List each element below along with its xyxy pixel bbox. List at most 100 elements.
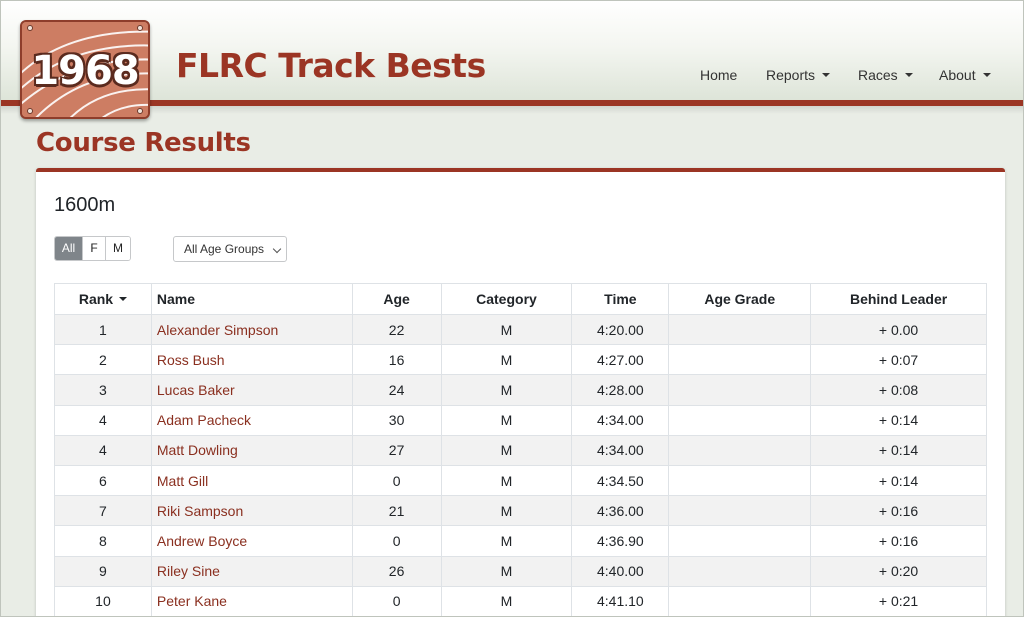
cell-age: 0 <box>351 585 442 616</box>
nav-about-dropdown[interactable]: About <box>939 67 991 83</box>
cell-category: M <box>440 434 573 466</box>
cell-time: 4:40.00 <box>571 555 670 587</box>
cell-age: 0 <box>351 525 442 557</box>
column-header-behind-leader[interactable]: Behind Leader <box>810 283 987 315</box>
cell-category: M <box>440 374 573 406</box>
cell-time: 4:36.90 <box>571 525 670 557</box>
cell-behind-leader: + 0:16 <box>810 525 987 557</box>
cell-name-link[interactable]: Peter Kane <box>150 585 353 616</box>
cell-time: 4:28.00 <box>571 374 670 406</box>
column-header-age-grade[interactable]: Age Grade <box>668 283 812 315</box>
cell-rank: 4 <box>54 404 152 436</box>
column-header-name[interactable]: Name <box>150 283 353 315</box>
cell-category: M <box>440 585 573 616</box>
cell-age: 26 <box>351 555 442 587</box>
cell-category: M <box>440 464 573 497</box>
cell-behind-leader: + 0:20 <box>810 555 987 587</box>
cell-age: 30 <box>351 404 442 436</box>
cell-category: M <box>440 404 573 436</box>
sort-desc-icon <box>119 297 128 301</box>
cell-time: 4:27.00 <box>571 344 670 376</box>
nav-races-dropdown[interactable]: Races <box>858 67 913 83</box>
nav-home[interactable]: Home <box>700 67 737 83</box>
cell-age: 27 <box>351 434 442 466</box>
results-table: Rank Name Age Category Time Age Grade Be… <box>54 283 987 616</box>
cell-name-link[interactable]: Lucas Baker <box>150 374 353 406</box>
column-header-rank[interactable]: Rank <box>54 283 152 315</box>
cell-name-link[interactable]: Riki Sampson <box>150 495 353 527</box>
table-row: 7 Riki Sampson 21 M 4:36.00 + 0:16 <box>54 495 987 527</box>
cell-time: 4:20.00 <box>571 313 670 346</box>
column-header-label: Rank <box>78 291 114 307</box>
page-frame: FLRC Track Bests Home Reports Races Abou… <box>0 0 1024 617</box>
site-title[interactable]: FLRC Track Bests <box>176 46 486 85</box>
cell-age-grade <box>668 344 812 376</box>
site-header: FLRC Track Bests Home Reports Races Abou… <box>1 1 1023 101</box>
cell-age-grade <box>668 374 812 406</box>
cell-age-grade <box>668 464 812 497</box>
cell-category: M <box>440 555 573 587</box>
table-row: 9 Riley Sine 26 M 4:40.00 + 0:20 <box>54 555 987 587</box>
cell-age: 21 <box>351 495 442 527</box>
age-group-select[interactable]: All Age Groups <box>173 236 287 262</box>
nav-races-label: Races <box>858 67 898 83</box>
page-title: Course Results <box>36 128 251 158</box>
cell-rank: 10 <box>54 585 152 616</box>
cell-rank: 1 <box>54 313 152 346</box>
cell-age-grade <box>668 525 812 557</box>
table-header-row: Rank Name Age Category Time Age Grade Be… <box>54 283 987 315</box>
cell-time: 4:41.10 <box>571 585 670 616</box>
cell-rank: 2 <box>54 344 152 376</box>
table-row: 3 Lucas Baker 24 M 4:28.00 + 0:08 <box>54 374 987 406</box>
cell-age: 0 <box>351 464 442 497</box>
cell-time: 4:34.50 <box>571 464 670 497</box>
table-row: 4 Matt Dowling 27 M 4:34.00 + 0:14 <box>54 434 987 466</box>
cell-name-link[interactable]: Andrew Boyce <box>150 525 353 557</box>
cell-age: 24 <box>351 374 442 406</box>
nav-reports-label: Reports <box>766 67 816 83</box>
cell-behind-leader: + 0:16 <box>810 495 987 527</box>
age-group-selected-value: All Age Groups <box>184 242 265 256</box>
table-row: 4 Adam Pacheck 30 M 4:34.00 + 0:14 <box>54 404 987 436</box>
filter-female-button[interactable]: F <box>82 237 105 260</box>
cell-rank: 3 <box>54 374 152 406</box>
table-row: 10 Peter Kane 0 M 4:41.10 + 0:21 <box>54 585 987 616</box>
results-table-body: 1 Alexander Simpson 22 M 4:20.00 + 0.00 2 Ross … <box>54 313 987 616</box>
column-header-age[interactable]: Age <box>351 283 442 315</box>
caret-down-icon <box>982 73 991 77</box>
nav-reports-dropdown[interactable]: Reports <box>766 67 831 83</box>
header-shadow <box>1 106 1023 114</box>
column-header-time[interactable]: Time <box>571 283 670 315</box>
site-logo[interactable]: 1968 <box>20 20 150 119</box>
nav-home-label: Home <box>700 67 738 83</box>
cell-rank: 8 <box>54 525 152 557</box>
cell-behind-leader: + 0:07 <box>810 344 987 376</box>
cell-age: 22 <box>351 313 442 346</box>
table-row: 6 Matt Gill 0 M 4:34.50 + 0:14 <box>54 464 987 497</box>
cell-name-link[interactable]: Alexander Simpson <box>150 313 353 346</box>
cell-name-link[interactable]: Matt Dowling <box>150 434 353 466</box>
cell-category: M <box>440 525 573 557</box>
cell-age-grade <box>668 313 812 346</box>
filter-all-button[interactable]: All <box>55 237 82 260</box>
cell-age-grade <box>668 555 812 587</box>
cell-name-link[interactable]: Matt Gill <box>150 464 353 497</box>
cell-behind-leader: + 0:21 <box>810 585 987 616</box>
cell-behind-leader: + 0:14 <box>810 434 987 466</box>
cell-behind-leader: + 0:14 <box>810 464 987 497</box>
filter-male-button[interactable]: M <box>105 237 130 260</box>
caret-down-icon <box>904 73 913 77</box>
table-row: 8 Andrew Boyce 0 M 4:36.90 + 0:16 <box>54 525 987 557</box>
column-header-category[interactable]: Category <box>440 283 573 315</box>
cell-behind-leader: + 0:14 <box>810 404 987 436</box>
cell-category: M <box>440 344 573 376</box>
cell-name-link[interactable]: Adam Pacheck <box>150 404 353 436</box>
cell-name-link[interactable]: Ross Bush <box>150 344 353 376</box>
cell-rank: 4 <box>54 434 152 466</box>
cell-time: 4:34.00 <box>571 404 670 436</box>
cell-category: M <box>440 313 573 346</box>
table-row: 2 Ross Bush 16 M 4:27.00 + 0:07 <box>54 344 987 376</box>
cell-name-link[interactable]: Riley Sine <box>150 555 353 587</box>
chevron-down-icon <box>272 244 282 254</box>
cell-time: 4:36.00 <box>571 495 670 527</box>
